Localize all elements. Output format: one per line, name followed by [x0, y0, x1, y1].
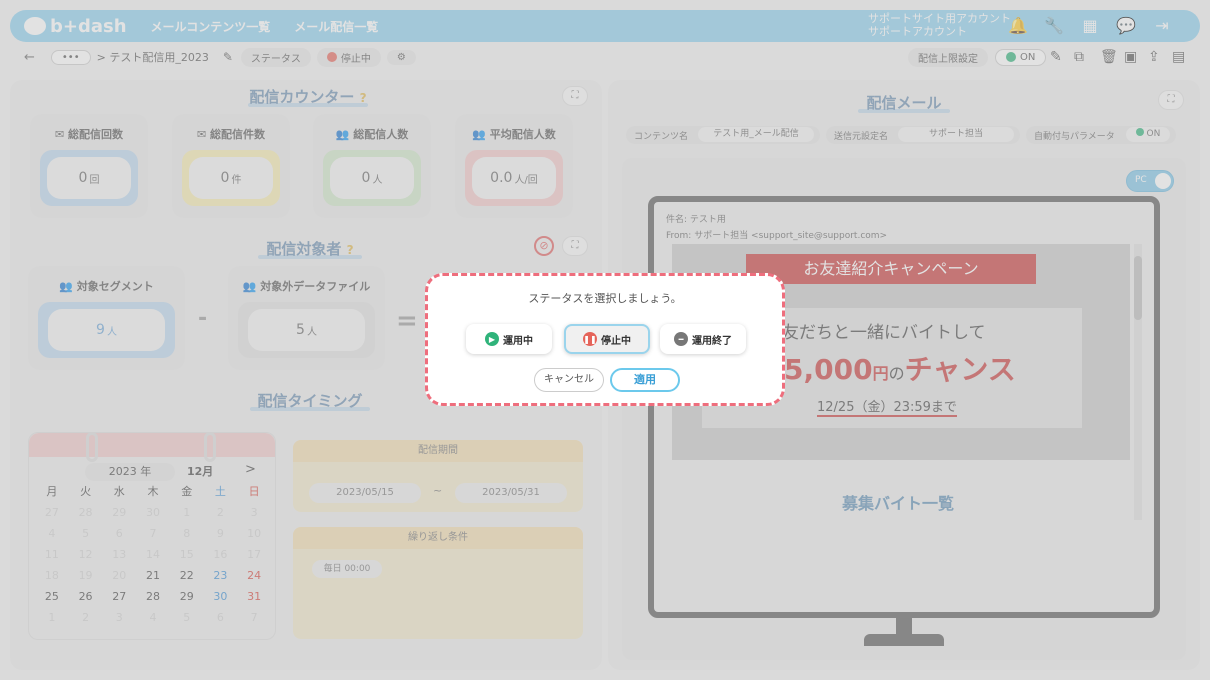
status-option-paused[interactable]: ❚❚ 停止中: [564, 324, 650, 354]
play-icon: ▶: [485, 332, 499, 346]
pause-icon: ❚❚: [583, 332, 597, 346]
stop-icon: ━: [674, 332, 688, 346]
status-option-ended[interactable]: ━ 運用終了: [660, 324, 746, 354]
modal-prompt: ステータスを選択しましょう。: [528, 292, 682, 305]
status-modal: ステータスを選択しましょう。 ▶ 運用中 ❚❚ 停止中 ━ 運用終了 キャンセル 適用: [425, 273, 785, 406]
option-label: 運用中: [503, 335, 533, 347]
apply-button[interactable]: 適用: [610, 368, 680, 392]
status-option-active[interactable]: ▶ 運用中: [466, 324, 552, 354]
option-label: 停止中: [601, 335, 631, 347]
cancel-button[interactable]: キャンセル: [534, 368, 604, 392]
option-label: 運用終了: [692, 335, 732, 347]
